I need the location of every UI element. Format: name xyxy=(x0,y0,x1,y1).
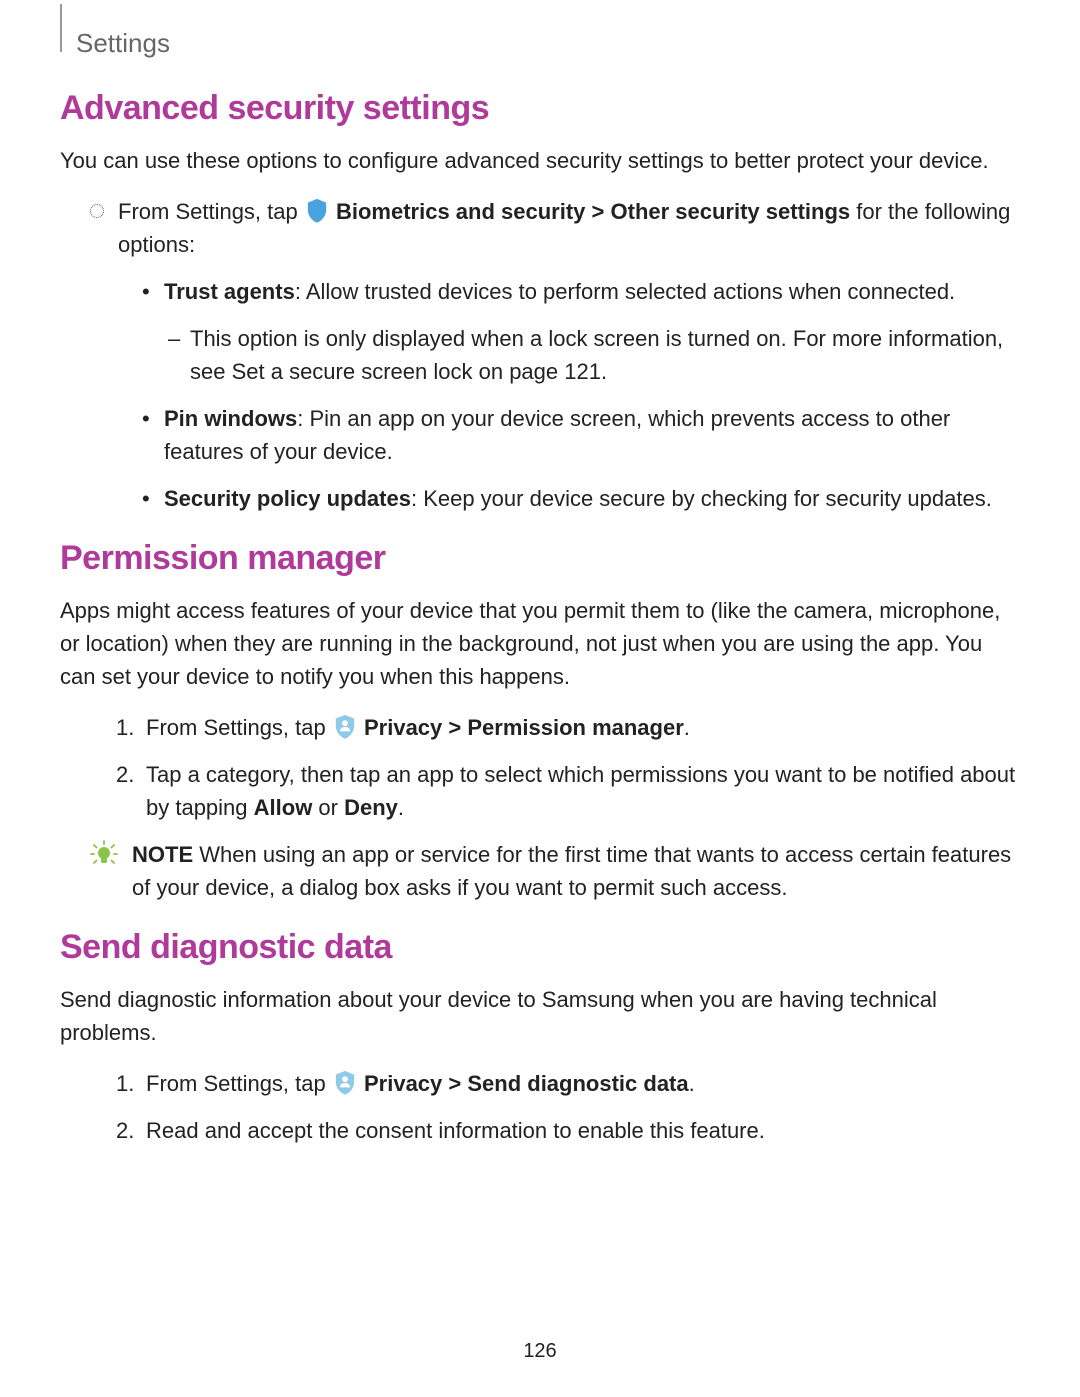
shield-icon xyxy=(306,198,328,224)
text-bold: Other security settings xyxy=(611,199,851,224)
heading-permission-manager: Permission manager xyxy=(60,539,1020,578)
step-1-diagnostic: 1. From Settings, tap Privacy > Send dia… xyxy=(116,1067,1020,1100)
page-number: 126 xyxy=(0,1340,1080,1363)
step-1-permission: 1. From Settings, tap Privacy > Permissi… xyxy=(116,711,1020,744)
note-permission: NOTE When using an app or service for th… xyxy=(60,838,1020,904)
chevron: > xyxy=(585,199,610,224)
circle-bullet-icon xyxy=(90,204,104,218)
bullet-security-policy: Security policy updates: Keep your devic… xyxy=(142,482,1020,515)
text: . xyxy=(398,795,404,820)
text: or xyxy=(312,795,344,820)
from-settings-content: From Settings, tap Biometrics and securi… xyxy=(118,195,1020,261)
number: 2. xyxy=(116,758,134,791)
bullet-pin-windows: Pin windows: Pin an app on your device s… xyxy=(142,402,1020,468)
step-2-diagnostic: 2. Read and accept the consent informati… xyxy=(116,1114,1020,1147)
text: . xyxy=(684,715,690,740)
text: : Allow trusted devices to perform selec… xyxy=(295,279,955,304)
intro-send-diagnostic: Send diagnostic information about your d… xyxy=(60,983,1020,1049)
number: 1. xyxy=(116,1067,134,1100)
text-bold: Deny xyxy=(344,795,398,820)
note-content: NOTE When using an app or service for th… xyxy=(132,838,1020,904)
text-bold: Allow xyxy=(254,795,313,820)
text-bold: Privacy xyxy=(364,715,442,740)
text: : Keep your device secure by checking fo… xyxy=(411,486,992,511)
text: on page 121. xyxy=(473,359,608,384)
header-divider xyxy=(60,4,62,52)
chevron: > xyxy=(442,715,467,740)
dash-trust-agents-note: This option is only displayed when a loc… xyxy=(168,322,1020,388)
number: 1. xyxy=(116,711,134,744)
label: Security policy updates xyxy=(164,486,411,511)
header: Settings xyxy=(60,24,1020,59)
number: 2. xyxy=(116,1114,134,1147)
label: Pin windows xyxy=(164,406,297,431)
from-settings-item: From Settings, tap Biometrics and securi… xyxy=(60,195,1020,261)
text: . xyxy=(689,1071,695,1096)
chevron: > xyxy=(442,1071,467,1096)
text: From Settings, tap xyxy=(146,715,332,740)
note-text: When using an app or service for the fir… xyxy=(132,842,1011,900)
text: From Settings, tap xyxy=(118,199,304,224)
text-bold: Biometrics and security xyxy=(336,199,585,224)
privacy-icon xyxy=(334,1070,356,1096)
text: Read and accept the consent information … xyxy=(146,1118,765,1143)
text-bold: Permission manager xyxy=(467,715,683,740)
text-bold: Privacy xyxy=(364,1071,442,1096)
lightbulb-icon xyxy=(90,840,118,868)
bullet-trust-agents: Trust agents: Allow trusted devices to p… xyxy=(142,275,1020,308)
note-label: NOTE xyxy=(132,842,193,867)
heading-advanced-security: Advanced security settings xyxy=(60,89,1020,128)
header-title: Settings xyxy=(76,24,170,59)
link-secure-screen-lock[interactable]: Set a secure screen lock xyxy=(232,359,473,384)
label: Trust agents xyxy=(164,279,295,304)
text: From Settings, tap xyxy=(146,1071,332,1096)
heading-send-diagnostic: Send diagnostic data xyxy=(60,928,1020,967)
text-bold: Send diagnostic data xyxy=(467,1071,688,1096)
privacy-icon xyxy=(334,714,356,740)
step-2-permission: 2. Tap a category, then tap an app to se… xyxy=(116,758,1020,824)
intro-permission-manager: Apps might access features of your devic… xyxy=(60,594,1020,693)
intro-advanced-security: You can use these options to configure a… xyxy=(60,144,1020,177)
